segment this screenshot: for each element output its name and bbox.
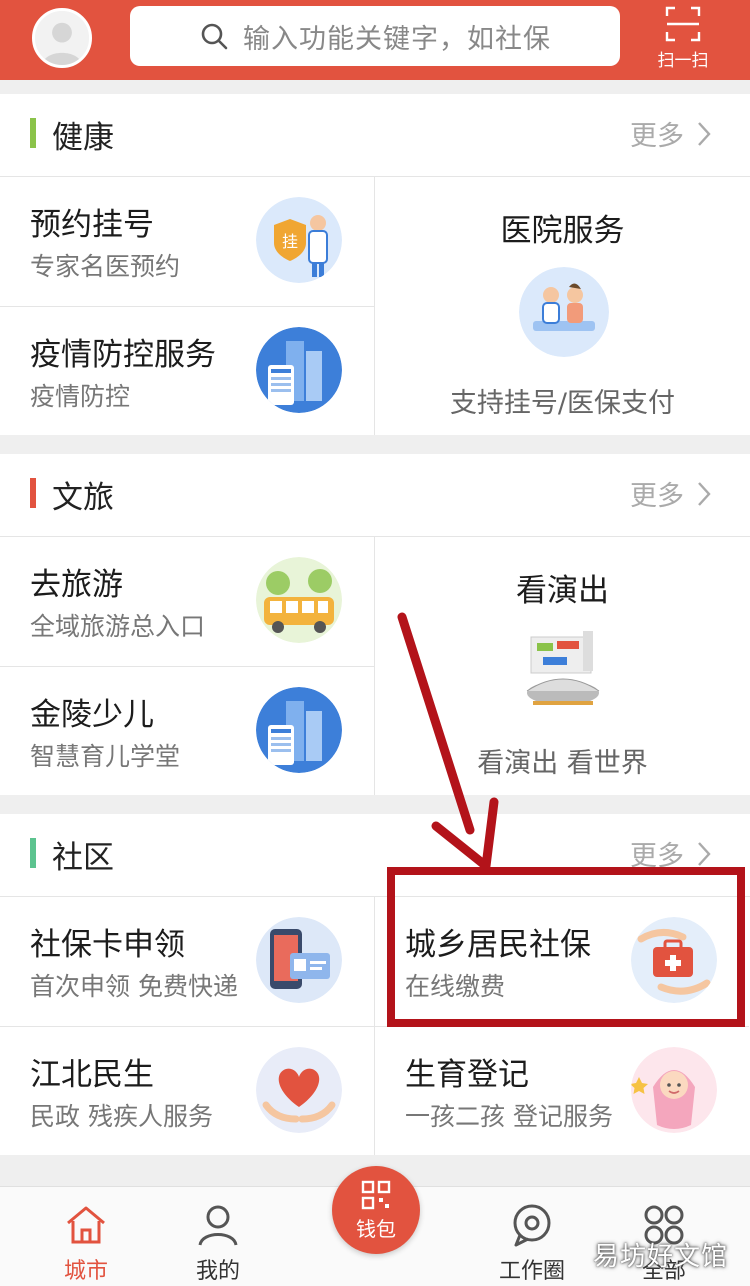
tab-mine[interactable]: 我的: [168, 1201, 268, 1285]
card-title: 预约挂号: [30, 207, 154, 243]
card-kids[interactable]: 金陵少儿 智慧育儿学堂: [0, 667, 374, 795]
more-link[interactable]: 更多: [630, 114, 714, 153]
scan-icon: [665, 6, 701, 42]
theater-icon: [513, 627, 613, 717]
top-header: 输入功能关键字，如社保 扫一扫: [0, 0, 750, 80]
id-card-phone-icon: [256, 917, 342, 1003]
section-title: 健康: [52, 120, 114, 156]
chevron-right-icon: [698, 121, 711, 146]
card-subtitle: 智慧育儿学堂: [30, 742, 181, 771]
card-title: 金陵少儿: [30, 697, 154, 733]
card-title: 看演出: [516, 573, 609, 609]
section-header: 健康 更多: [0, 94, 750, 176]
section-travel: 文旅 更多 去旅游 全域旅游总入口 金陵少儿 智慧育儿学堂 看演出 看演出 看世…: [0, 454, 750, 795]
watermark: 易坊好文馆: [592, 1242, 728, 1272]
doctor-badge-icon: 挂: [256, 197, 342, 283]
divider: [374, 897, 375, 1155]
scan-button[interactable]: 扫一扫: [650, 4, 716, 71]
card-subtitle: 看演出 看世界: [477, 748, 648, 779]
chat-icon: [513, 1204, 551, 1247]
tab-label: 我的: [195, 1259, 240, 1284]
tab-label: 城市: [63, 1259, 108, 1284]
wallet-button[interactable]: 钱包: [332, 1166, 420, 1254]
card-hospital-service[interactable]: 医院服务 支持挂号/医保支付: [375, 177, 750, 435]
tab-wallet[interactable]: 钱包: [332, 1166, 420, 1276]
heart-hands-icon: [256, 1047, 342, 1133]
health-grid: 预约挂号 专家名医预约 挂 疫情防控服务 疫情防控 医院服务 支持挂号/医保支付: [0, 176, 750, 435]
card-appointment[interactable]: 预约挂号 专家名医预约 挂: [0, 177, 374, 306]
section-accent-bar: [30, 478, 36, 508]
highlight-box: [387, 867, 745, 1027]
tour-bus-icon: [256, 557, 342, 643]
building-phone-icon: [256, 687, 342, 773]
card-title: 生育登记: [405, 1057, 529, 1093]
card-title: 医院服务: [500, 213, 625, 249]
card-subtitle: 民政 残疾人服务: [30, 1102, 213, 1131]
chevron-right-icon: [698, 481, 711, 506]
tab-label: 钱包: [356, 1216, 396, 1241]
card-subtitle: 支持挂号/医保支付: [449, 388, 676, 419]
card-subtitle: 全域旅游总入口: [30, 612, 206, 641]
card-birth-registration[interactable]: 生育登记 一孩二孩 登记服务: [375, 1027, 750, 1155]
card-tourism[interactable]: 去旅游 全域旅游总入口: [0, 537, 374, 666]
card-title: 疫情防控服务: [30, 337, 216, 373]
tab-label: 工作圈: [498, 1259, 565, 1284]
scan-label: 扫一扫: [657, 51, 709, 71]
home-icon: [67, 1206, 105, 1244]
tab-work-circle[interactable]: 工作圈: [482, 1201, 582, 1285]
card-subtitle: 疫情防控: [30, 382, 131, 411]
more-link[interactable]: 更多: [630, 474, 714, 513]
qr-wallet-icon: [361, 1180, 391, 1209]
section-title: 文旅: [52, 480, 114, 516]
section-header: 文旅 更多: [0, 454, 750, 536]
building-phone-icon: [256, 327, 342, 413]
baby-icon: [631, 1047, 717, 1133]
more-label: 更多: [630, 481, 684, 512]
card-epidemic[interactable]: 疫情防控服务 疫情防控: [0, 307, 374, 435]
more-label: 更多: [630, 121, 684, 152]
section-accent-bar: [30, 838, 36, 868]
card-shows[interactable]: 看演出 看演出 看世界: [375, 537, 750, 795]
section-health: 健康 更多 预约挂号 专家名医预约 挂 疫情防控服务 疫情防控 医院服务 支持挂…: [0, 94, 750, 435]
card-subtitle: 专家名医预约: [30, 252, 181, 281]
card-subtitle: 一孩二孩 登记服务: [405, 1102, 613, 1131]
search-placeholder: 输入功能关键字，如社保: [243, 23, 551, 55]
search-bar[interactable]: 输入功能关键字，如社保: [130, 6, 620, 66]
tab-city[interactable]: 城市: [36, 1201, 136, 1285]
avatar[interactable]: [32, 8, 92, 68]
chevron-right-icon: [698, 841, 711, 866]
default-avatar-icon: [35, 11, 89, 65]
card-social-security-card[interactable]: 社保卡申领 首次申领 免费快递: [0, 897, 374, 1026]
travel-grid: 去旅游 全域旅游总入口 金陵少儿 智慧育儿学堂 看演出 看演出 看世界: [0, 536, 750, 795]
hospital-service-icon: [519, 267, 609, 357]
card-title: 去旅游: [30, 567, 123, 603]
section-accent-bar: [30, 118, 36, 148]
card-subtitle: 首次申领 免费快递: [30, 972, 238, 1001]
search-icon: [201, 23, 228, 50]
svg-text:挂: 挂: [282, 232, 298, 251]
section-title: 社区: [52, 840, 114, 876]
card-title: 江北民生: [30, 1057, 154, 1093]
card-jiangbei-livelihood[interactable]: 江北民生 民政 残疾人服务: [0, 1027, 374, 1155]
card-title: 社保卡申领: [30, 927, 185, 963]
person-icon: [198, 1205, 238, 1246]
